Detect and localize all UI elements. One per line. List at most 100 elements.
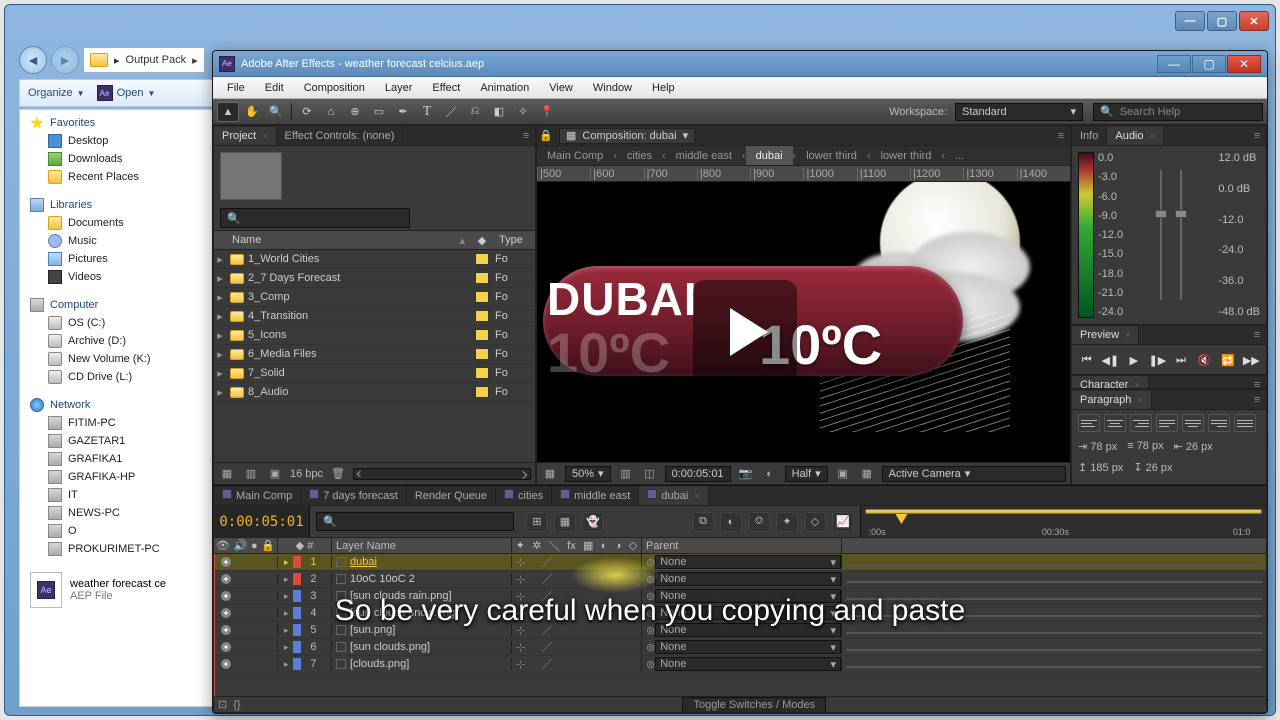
next-frame-button[interactable]: ❚▶ — [1149, 351, 1167, 369]
timeline-current-time[interactable]: 0:00:05:01 — [214, 506, 310, 537]
timeline-layer-row[interactable]: ▸7[clouds.png]⊹／⊚None▾ — [214, 656, 1266, 673]
layer-bar[interactable] — [846, 666, 1262, 668]
layer-bar[interactable] — [846, 581, 1262, 583]
timeline-tab[interactable]: middle east — [552, 486, 639, 505]
layer-bar[interactable] — [846, 564, 1262, 566]
project-row[interactable]: ▸2_7 Days ForecastFo — [214, 269, 535, 288]
sidebar-item-drive-k[interactable]: New Volume (K:) — [20, 350, 214, 368]
sidebar-item-downloads[interactable]: Downloads — [20, 150, 214, 168]
view-dropdown[interactable]: Active Camera▾ — [882, 466, 1066, 482]
brush-tool[interactable]: ／ — [440, 102, 462, 122]
pickwhip-icon[interactable]: ⊚ — [646, 607, 655, 620]
pen-tool[interactable]: ✒ — [392, 102, 414, 122]
justify-last-left-button[interactable] — [1156, 414, 1178, 432]
timeline-layer-row[interactable]: ▸5[sun.png]⊹／⊚None▾ — [214, 622, 1266, 639]
brainstorm-icon[interactable]: ✦ — [776, 512, 798, 532]
sidebar-item-drive-c[interactable]: OS (C:) — [20, 314, 214, 332]
crumb-lower-third[interactable]: lower third — [796, 146, 867, 165]
mask-icon[interactable]: ◫ — [641, 466, 659, 482]
zoom-tool[interactable]: 🔍 — [265, 102, 287, 122]
timeline-search-input[interactable]: 🔍 — [316, 512, 514, 531]
bpc-toggle[interactable]: 16 bpc — [290, 468, 323, 480]
justify-last-right-button[interactable] — [1208, 414, 1230, 432]
menu-layer[interactable]: Layer — [375, 79, 423, 97]
rotate-tool[interactable]: ⟳ — [296, 102, 318, 122]
menu-window[interactable]: Window — [583, 79, 642, 97]
work-area-bar[interactable] — [865, 509, 1262, 514]
loop-button[interactable]: 🔁 — [1219, 351, 1236, 369]
level-slider[interactable] — [1180, 170, 1182, 300]
menu-effect[interactable]: Effect — [422, 79, 470, 97]
tab-character[interactable]: Character× — [1072, 376, 1149, 389]
project-search-input[interactable]: 🔍 — [220, 208, 410, 228]
project-row[interactable]: ▸8_AudioFo — [214, 383, 535, 402]
parent-dropdown[interactable]: None▾ — [655, 657, 841, 671]
breadcrumb-item[interactable]: Output Pack — [126, 54, 187, 66]
justify-all-button[interactable] — [1234, 414, 1256, 432]
panel-menu-icon[interactable]: ≡ — [1248, 391, 1266, 409]
ae-minimize-button[interactable]: — — [1157, 55, 1191, 73]
indent-right-value[interactable]: 26 px — [1186, 441, 1213, 453]
timeline-tab[interactable]: 7 days forecast — [301, 486, 407, 505]
frame-blend-icon[interactable]: ⧉ — [692, 512, 714, 532]
parent-dropdown[interactable]: None▾ — [655, 589, 841, 603]
search-help-input[interactable]: 🔍Search Help — [1093, 103, 1263, 121]
computer-header[interactable]: Computer — [20, 296, 214, 314]
panel-menu-icon[interactable]: ≡ — [1248, 326, 1266, 344]
parent-dropdown[interactable]: None▾ — [655, 623, 841, 637]
justify-last-center-button[interactable] — [1182, 414, 1204, 432]
label-swatch[interactable] — [475, 272, 489, 284]
label-swatch[interactable] — [293, 590, 301, 602]
timeline-layer-row[interactable]: ▸6[sun clouds.png]⊹／⊚None▾ — [214, 639, 1266, 656]
label-swatch[interactable] — [293, 573, 301, 585]
sidebar-item-desktop[interactable]: Desktop — [20, 132, 214, 150]
label-swatch[interactable] — [475, 291, 489, 303]
mute-button[interactable]: 🔇 — [1196, 351, 1213, 369]
label-swatch[interactable] — [475, 367, 489, 379]
timeline-tab[interactable]: cities — [496, 486, 552, 505]
project-row[interactable]: ▸4_TransitionFo — [214, 307, 535, 326]
menu-edit[interactable]: Edit — [255, 79, 294, 97]
visibility-toggle[interactable] — [221, 591, 231, 601]
zoom-dropdown[interactable]: 50%▾ — [565, 466, 611, 482]
play-button[interactable]: ▶ — [1125, 351, 1142, 369]
expand-icon[interactable]: ⊡ — [218, 698, 227, 711]
always-preview-icon[interactable]: ▦ — [541, 466, 559, 482]
panel-menu-icon[interactable]: ≡ — [1248, 127, 1266, 145]
project-columns[interactable]: Name▴ ◆ Type — [214, 230, 535, 250]
toggle-switches-button[interactable]: Toggle Switches / Modes — [682, 697, 826, 713]
back-button[interactable]: ◄ — [19, 46, 47, 74]
label-swatch[interactable] — [293, 624, 301, 636]
sidebar-item-network-pc[interactable]: IT — [20, 486, 214, 504]
motion-blur-icon[interactable]: ◐ — [720, 512, 742, 532]
pickwhip-icon[interactable]: ⊚ — [646, 641, 655, 654]
lock-icon[interactable]: 🔒 — [537, 129, 555, 142]
shy-icon[interactable]: 👻 — [582, 512, 604, 532]
ae-titlebar[interactable]: Ae Adobe After Effects - weather forecas… — [213, 51, 1267, 77]
sidebar-item-videos[interactable]: Videos — [20, 268, 214, 286]
sidebar-item-network-pc[interactable]: GAZETAR1 — [20, 432, 214, 450]
channel-icon[interactable]: ◐ — [761, 466, 779, 482]
camera-tool[interactable]: ⌂ — [320, 102, 342, 122]
new-comp-icon[interactable]: ▣ — [266, 466, 284, 482]
forward-button[interactable]: ► — [51, 46, 79, 74]
ae-close-button[interactable]: ✕ — [1227, 55, 1261, 73]
menu-animation[interactable]: Animation — [470, 79, 539, 97]
tab-audio[interactable]: Audio× — [1107, 127, 1163, 145]
minimize-button[interactable]: — — [1175, 11, 1205, 31]
sidebar-item-network-pc[interactable]: PROKURIMET-PC — [20, 540, 214, 558]
align-left-button[interactable] — [1078, 414, 1100, 432]
tab-project[interactable]: Project× — [214, 127, 277, 145]
organize-button[interactable]: Organize▼ — [28, 87, 85, 99]
workspace-dropdown[interactable]: Standard▾ — [955, 103, 1083, 121]
composition-dropdown[interactable]: ▦Composition: dubai▾ — [559, 128, 695, 144]
selected-file[interactable]: Ae weather forecast ce AEP File — [20, 568, 214, 612]
sidebar-item-music[interactable]: Music — [20, 232, 214, 250]
label-swatch[interactable] — [475, 329, 489, 341]
crumb-...[interactable]: ... — [945, 146, 974, 165]
puppet-tool[interactable]: 📍 — [536, 102, 558, 122]
menu-view[interactable]: View — [539, 79, 583, 97]
label-swatch[interactable] — [475, 348, 489, 360]
project-row[interactable]: ▸7_SolidFo — [214, 364, 535, 383]
draft3d-icon[interactable]: ▦ — [554, 512, 576, 532]
